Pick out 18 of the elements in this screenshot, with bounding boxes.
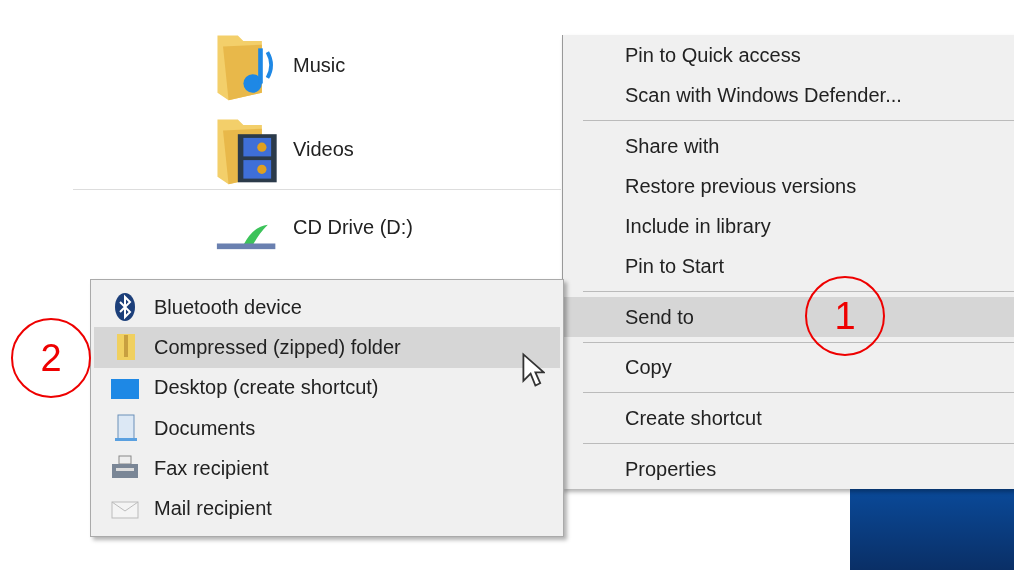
menu-item[interactable]: Restore previous versions <box>563 165 1014 206</box>
drive-label[interactable]: CD Drive (D:) <box>293 215 413 239</box>
submenu-item[interactable]: Desktop (create shortcut) <box>154 376 379 400</box>
cursor-icon <box>521 352 545 388</box>
step-number: 1 <box>805 276 885 356</box>
menu-item[interactable]: Create shortcut <box>563 398 1014 439</box>
submenu-item[interactable]: Bluetooth device <box>154 295 302 319</box>
submenu-item[interactable]: Documents <box>154 416 256 440</box>
menu-item[interactable]: Scan with Windows Defender... <box>563 75 1014 115</box>
menu-item[interactable]: Share with <box>563 125 1014 166</box>
menu-item[interactable]: Include in library <box>563 205 1014 246</box>
folder-label[interactable]: Videos <box>293 137 354 161</box>
folder-label[interactable]: Music <box>293 53 346 77</box>
submenu-item[interactable]: Fax recipient <box>154 456 269 480</box>
menu-item[interactable]: Pin to Quick access <box>563 35 1014 75</box>
step-number: 2 <box>11 318 91 398</box>
menu-item[interactable]: Properties <box>563 449 1014 489</box>
submenu-item[interactable]: Mail recipient <box>154 497 272 521</box>
